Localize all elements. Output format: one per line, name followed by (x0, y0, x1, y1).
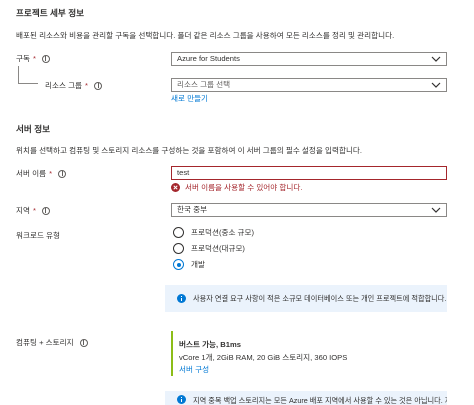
workload-option-label: 프로덕션(대규모) (191, 244, 245, 253)
tree-connector-vertical (18, 66, 19, 83)
project-details-description: 배포된 리소스와 비용을 관리할 구독을 선택합니다. 폴더 같은 리소스 그룹… (16, 31, 395, 40)
subscription-select[interactable]: Azure for Students (171, 52, 447, 66)
error-icon (171, 183, 180, 192)
info-icon[interactable] (94, 81, 103, 90)
required-marker: * (49, 169, 53, 178)
tree-connector-horizontal (18, 83, 38, 84)
server-details-description: 위치를 선택하고 컴퓨팅 및 스토리지 리소스를 구성하는 것을 포함하여 이 … (16, 146, 363, 155)
subscription-label-text: 구독 (16, 54, 30, 63)
region-label-text: 지역 (16, 206, 30, 215)
info-icon[interactable] (41, 54, 50, 63)
compute-summary: 버스트 가능, B1ms vCore 1개, 2GiB RAM, 20 GiB … (171, 331, 447, 376)
chevron-down-icon (431, 56, 441, 62)
server-details-title: 서버 정보 (16, 124, 51, 134)
backup-info-text: 지역 중복 백업 스토리지는 모든 Azure 배포 지역에서 사용할 수 있는… (193, 396, 447, 405)
info-icon (177, 395, 186, 404)
radio-button[interactable] (173, 243, 184, 254)
workload-option-label: 프로덕션(중소 규모) (191, 228, 255, 237)
server-name-error-text: 서버 이름을 사용할 수 있어야 합니다. (185, 183, 303, 192)
resource-group-select[interactable]: 리소스 그룹 선택 (171, 78, 447, 92)
server-name-label: 서버 이름 * (16, 168, 67, 179)
radio-button[interactable] (173, 227, 184, 238)
project-details-title: 프로젝트 세부 정보 (16, 8, 85, 18)
configure-server-link[interactable]: 서버 구성 (179, 364, 209, 375)
workload-option-development[interactable]: 개발 (173, 259, 205, 270)
chevron-down-icon (431, 82, 441, 88)
backup-info-box: 지역 중복 백업 스토리지는 모든 Azure 배포 지역에서 사용할 수 있는… (165, 391, 447, 405)
subscription-select-value: Azure for Students (177, 54, 240, 63)
info-icon (177, 294, 186, 303)
workload-option-production-large[interactable]: 프로덕션(대규모) (173, 243, 245, 254)
info-icon[interactable] (58, 169, 67, 178)
info-icon[interactable] (79, 338, 88, 347)
server-name-error: 서버 이름을 사용할 수 있어야 합니다. (171, 182, 302, 193)
info-icon[interactable] (41, 206, 50, 215)
region-select-value: 한국 중부 (177, 205, 208, 214)
required-marker: * (85, 81, 89, 90)
compute-tier: 버스트 가능, B1ms (179, 340, 241, 349)
compute-storage-label: 컴퓨팅 + 스토리지 (16, 337, 88, 348)
compute-spec: vCore 1개, 2GiB RAM, 20 GiB 스토리지, 360 IOP… (179, 353, 348, 362)
server-name-input[interactable]: test (171, 166, 447, 180)
resource-group-select-placeholder: 리소스 그룹 선택 (177, 80, 231, 89)
required-marker: * (32, 206, 36, 215)
subscription-label: 구독 * (16, 53, 50, 64)
chevron-down-icon (431, 207, 441, 213)
workload-option-production-small[interactable]: 프로덕션(중소 규모) (173, 227, 254, 238)
required-marker: * (32, 54, 36, 63)
region-select[interactable]: 한국 중부 (171, 203, 447, 217)
region-label: 지역 * (16, 205, 50, 216)
radio-button-selected[interactable] (173, 259, 184, 270)
compute-storage-label-text: 컴퓨팅 + 스토리지 (16, 338, 74, 347)
workload-info-text: 사용자 연결 요구 사항이 적은 소규모 데이터베이스 또는 개인 프로젝트에 … (193, 294, 447, 303)
create-new-resource-group-link[interactable]: 새로 만들기 (171, 93, 208, 104)
workload-option-label: 개발 (191, 260, 205, 269)
resource-group-label: 리소스 그룹 * (45, 80, 103, 91)
workload-type-label: 워크로드 유형 (16, 231, 61, 240)
workload-info-box: 사용자 연결 요구 사항이 적은 소규모 데이터베이스 또는 개인 프로젝트에 … (165, 285, 447, 312)
resource-group-label-text: 리소스 그룹 (45, 81, 83, 90)
server-name-label-text: 서버 이름 (16, 169, 47, 178)
